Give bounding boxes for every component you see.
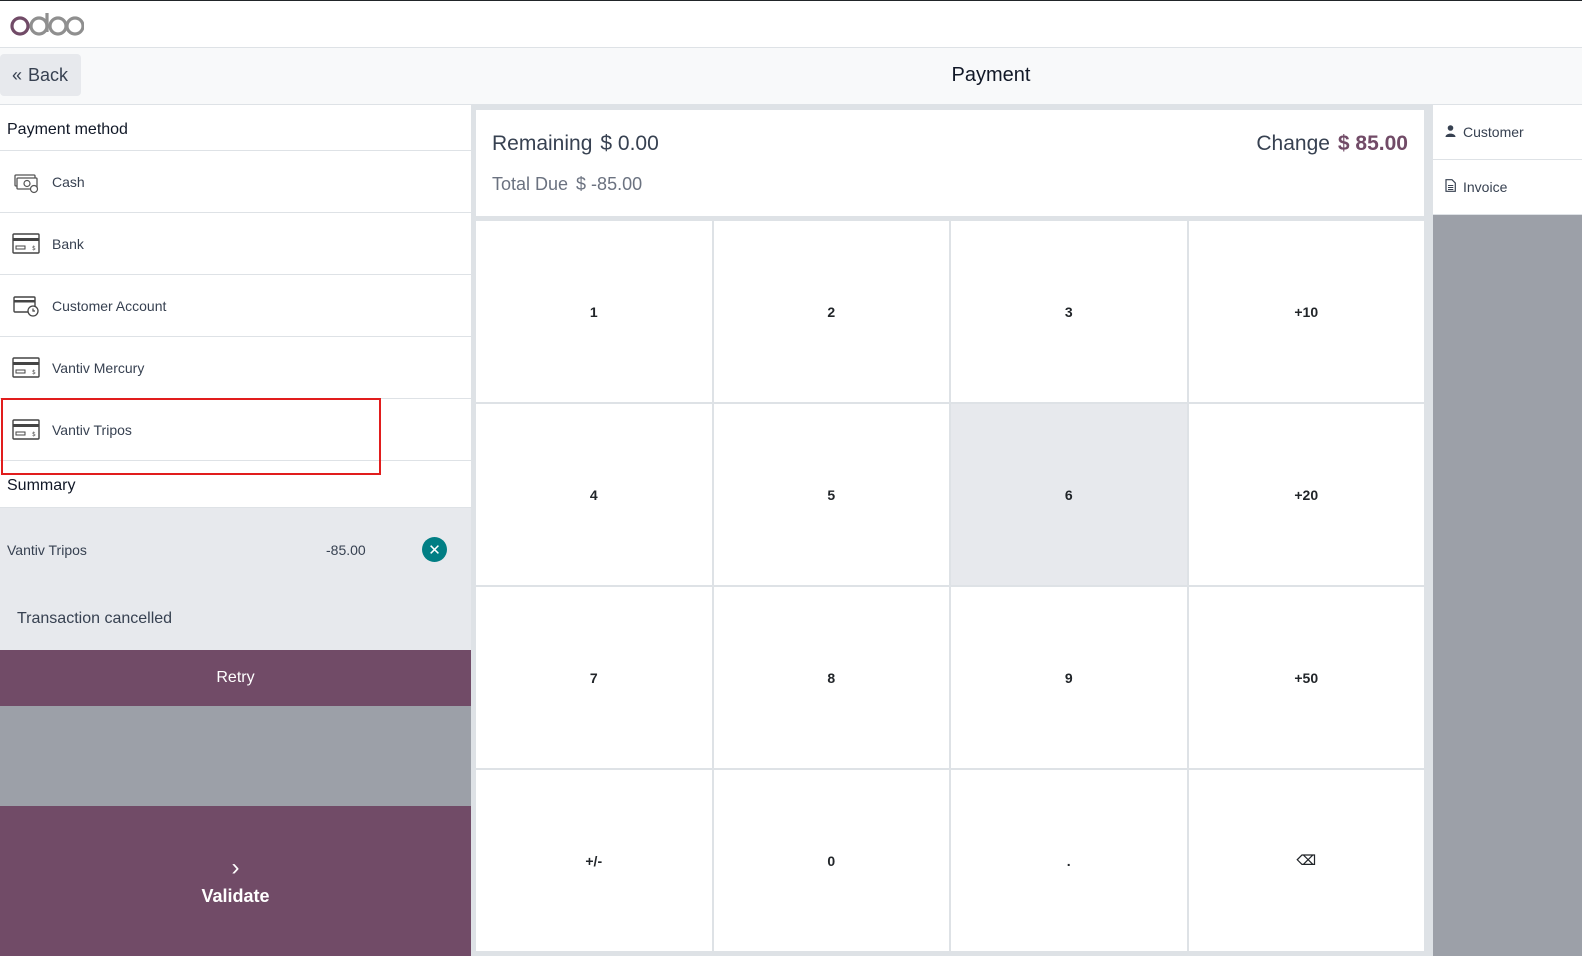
payment-line-amount: -85.00 xyxy=(326,542,366,558)
numpad-key-4[interactable]: 4 xyxy=(476,404,712,585)
payment-method-heading: Payment method xyxy=(0,105,471,151)
change-value: $ 85.00 xyxy=(1337,132,1408,155)
remove-payment-line-icon[interactable]: ✕ xyxy=(422,537,447,562)
invoice-button[interactable]: Invoice xyxy=(1433,160,1582,215)
numpad-key-5[interactable]: 5 xyxy=(713,404,949,585)
customer-label: Customer xyxy=(1463,124,1524,140)
numpad-key-0[interactable]: 0 xyxy=(713,770,949,951)
odoo-logo xyxy=(10,11,85,42)
total-due: Total Due $ -85.00 xyxy=(492,174,642,195)
numpad: 1 2 3 +10 4 5 6 +20 7 8 9 +50 +/- 0 . ⌫ xyxy=(476,221,1424,951)
chevron-right-icon: › xyxy=(231,853,240,881)
panel-spacer xyxy=(0,706,471,806)
numpad-key-2[interactable]: 2 xyxy=(713,221,949,402)
customer-button[interactable]: Customer xyxy=(1433,105,1582,160)
user-icon xyxy=(1445,124,1456,140)
payment-method-label: Vantiv Tripos xyxy=(52,421,132,438)
remaining-label: Remaining xyxy=(492,132,593,155)
payment-line[interactable]: Vantiv Tripos -85.00 ✕ xyxy=(0,508,471,592)
change-amount: Change $ 85.00 xyxy=(1256,132,1408,156)
card-icon: $ xyxy=(12,356,40,378)
payment-method-vantiv-tripos[interactable]: $ Vantiv Tripos xyxy=(0,399,471,461)
payment-status-box: Remaining $ 0.00 Total Due $ -85.00 Change… xyxy=(476,110,1424,216)
card-icon: $ xyxy=(12,232,40,254)
numpad-key-plus50[interactable]: +50 xyxy=(1188,587,1424,768)
numpad-key-8[interactable]: 8 xyxy=(713,587,949,768)
payment-header: « Back Payment xyxy=(0,48,1582,105)
numpad-key-3[interactable]: 3 xyxy=(951,221,1187,402)
payment-side-panel: Customer Invoice xyxy=(1433,105,1582,956)
payment-method-bank[interactable]: $ Bank xyxy=(0,213,471,275)
top-bar xyxy=(0,0,1582,48)
numpad-key-7[interactable]: 7 xyxy=(476,587,712,768)
payment-method-vantiv-mercury[interactable]: $ Vantiv Mercury xyxy=(0,337,471,399)
payment-methods-panel: Payment method Cash $ Bank Customer Acco… xyxy=(0,105,471,956)
summary-heading: Summary xyxy=(0,461,471,508)
payment-method-label: Customer Account xyxy=(52,297,167,314)
validate-button[interactable]: › Validate xyxy=(0,806,471,956)
payment-method-cash[interactable]: Cash xyxy=(0,151,471,213)
payment-method-customer-account[interactable]: Customer Account xyxy=(0,275,471,337)
validate-label: Validate xyxy=(201,885,270,906)
transaction-status: Transaction cancelled xyxy=(0,592,471,650)
total-due-label: Total Due xyxy=(492,174,569,194)
customer-account-icon xyxy=(13,295,39,317)
backspace-icon[interactable]: ⌫ xyxy=(1188,770,1424,951)
payment-center-panel: Remaining $ 0.00 Total Due $ -85.00 Change… xyxy=(471,105,1433,956)
numpad-key-1[interactable]: 1 xyxy=(476,221,712,402)
change-label: Change xyxy=(1256,132,1330,155)
numpad-key-decimal[interactable]: . xyxy=(951,770,1187,951)
remaining-value: $ 0.00 xyxy=(600,132,659,155)
card-icon: $ xyxy=(12,418,40,440)
numpad-key-plus-minus[interactable]: +/- xyxy=(476,770,712,951)
payment-line-method: Vantiv Tripos xyxy=(7,542,87,558)
retry-button[interactable]: Retry xyxy=(0,650,471,706)
numpad-key-plus10[interactable]: +10 xyxy=(1188,221,1424,402)
payment-method-label: Bank xyxy=(52,235,84,252)
file-icon xyxy=(1445,179,1456,195)
total-due-value: $ -85.00 xyxy=(576,174,643,194)
svg-text:$: $ xyxy=(32,431,36,438)
invoice-label: Invoice xyxy=(1463,179,1508,195)
numpad-key-9[interactable]: 9 xyxy=(951,587,1187,768)
cash-icon xyxy=(14,173,39,193)
remaining-amount: Remaining $ 0.00 xyxy=(492,132,659,156)
numpad-key-plus20[interactable]: +20 xyxy=(1188,404,1424,585)
svg-text:$: $ xyxy=(32,369,36,376)
numpad-key-6[interactable]: 6 xyxy=(951,404,1187,585)
page-title: Payment xyxy=(951,64,1031,86)
svg-text:$: $ xyxy=(32,245,36,252)
payment-method-label: Vantiv Mercury xyxy=(52,359,145,376)
payment-method-label: Cash xyxy=(52,173,85,190)
